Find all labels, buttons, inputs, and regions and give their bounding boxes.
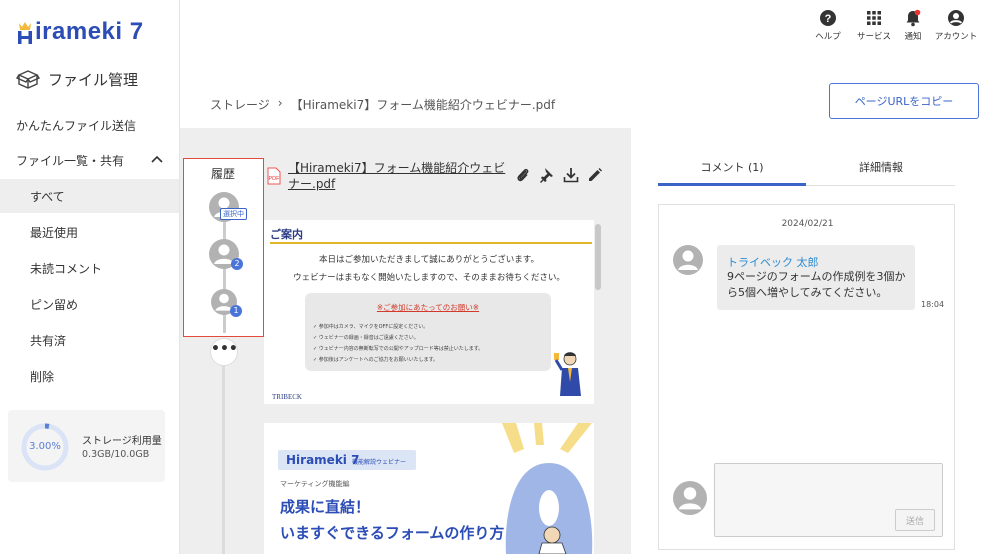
sidebar-item-recent[interactable]: 最近使用 <box>0 215 179 249</box>
breadcrumb-separator: › <box>277 96 283 110</box>
help-icon: ? <box>820 10 836 26</box>
cover-logo: Hirameki 7 <box>286 453 360 467</box>
history-badge-1: 1 <box>230 305 242 317</box>
notice-item: ✓ ウェビナーの録画・録音はご遠慮ください。 <box>313 335 419 341</box>
page-line-1: 本日はご参加いただきまして誠にありがとうございます。 <box>319 255 539 265</box>
hirameki-logo[interactable]: irameki 7 <box>16 18 144 46</box>
heading-rule <box>270 242 592 244</box>
selected-tag: 選択中 <box>220 208 247 220</box>
chevron-up-icon <box>151 155 163 163</box>
notice-item: ✓ ウェビナー内容の無断転写での公開やアップロード等は禁止いたします。 <box>313 346 484 352</box>
viewer-scrollbar[interactable] <box>595 224 601 290</box>
send-button[interactable]: 送信 <box>895 509 935 531</box>
account-button[interactable]: アカウント <box>931 8 981 42</box>
sidebar-item-all[interactable]: すべて <box>0 179 179 213</box>
history-track <box>222 366 225 554</box>
file-management-title: ファイル管理 <box>16 68 138 90</box>
copy-page-url-button[interactable]: ページURLをコピー <box>829 83 979 119</box>
sidebar-item-quick-send[interactable]: かんたんファイル送信 <box>0 108 179 142</box>
storage-usage: 3.00% ストレージ利用量 0.3GB/10.0GB <box>8 410 165 482</box>
user-avatar-icon <box>678 250 698 270</box>
comment-time: 18:04 <box>921 300 945 309</box>
cover-headline-1: 成果に直結！ <box>280 498 371 516</box>
pdf-file-icon: PDF <box>266 167 282 189</box>
storage-label: ストレージ利用量 <box>82 436 162 447</box>
box-icon <box>16 70 40 89</box>
tab-comments[interactable]: コメント (1) <box>658 150 806 186</box>
history-panel: 履歴 2 1 <box>183 158 264 337</box>
comment-date: 2024/02/21 <box>781 219 834 229</box>
comment-text: 9ページのフォームの作成例を3個から5個へ増やしてみてください。 <box>727 270 906 299</box>
user-avatar-icon <box>678 487 702 510</box>
sidebar: irameki 7 ファイル管理 かんたんファイル送信 ファイル一覧・共有 すべ… <box>0 0 180 554</box>
sidebar-title: ファイル管理 <box>48 70 139 89</box>
comment-bubble: トライベック 太郎 9ページのフォームの作成例を3個から5個へ増やしてみてくださ… <box>717 245 915 310</box>
sidebar-item-deleted[interactable]: 削除 <box>0 359 179 393</box>
history-more-button[interactable]: ••• <box>210 338 238 366</box>
logo-text: irameki 7 <box>35 18 144 45</box>
file-actions <box>515 166 603 184</box>
presenter-illustration <box>554 352 581 396</box>
notice-item: ✓ 参加後はアンケートへのご協力をお願いいたします。 <box>313 357 439 363</box>
pdf-page-2[interactable]: Hirameki 7 機能解説ウェビナー マーケティング機能編 成果に直結！ い… <box>264 423 594 554</box>
download-icon[interactable] <box>563 166 579 184</box>
notice-item: ✓ 参加中はカメラ、マイクをOFFに設定ください。 <box>313 324 429 330</box>
grid-icon <box>867 11 881 25</box>
bell-icon <box>906 9 921 27</box>
history-badge-2: 2 <box>231 258 243 270</box>
tab-details[interactable]: 詳細情報 <box>807 150 955 186</box>
pdf-page-1[interactable]: ご案内 本日はご参加いただきまして誠にありがとうございます。 ウェビナーはまもな… <box>264 220 601 404</box>
storage-percent: 3.00% <box>29 441 61 452</box>
breadcrumb-storage[interactable]: ストレージ <box>210 96 270 113</box>
file-name[interactable]: 【Hirameki7】フォーム機能紹介ウェビナー.pdf <box>288 160 512 192</box>
breadcrumb: ストレージ › 【Hirameki7】フォーム機能紹介ウェビナー.pdf <box>210 96 555 113</box>
pin-icon[interactable] <box>539 166 555 184</box>
notice-box: ※ご参加にあたってのお願い※ ✓ 参加中はカメラ、マイクをOFFに設定ください。… <box>305 293 551 371</box>
logo-mark-icon <box>16 21 34 44</box>
account-icon <box>948 10 964 26</box>
detail-tabs: コメント (1) 詳細情報 <box>658 150 955 186</box>
sidebar-item-file-list[interactable]: ファイル一覧・共有 <box>0 143 179 177</box>
cover-headline-2: いますぐできるフォームの作り方 <box>280 524 505 542</box>
help-button[interactable]: ? ヘルプ <box>803 8 853 42</box>
page-heading: ご案内 <box>270 228 303 241</box>
svg-text:?: ? <box>825 13 832 25</box>
comment-panel: 2024/02/21 トライベック 太郎 9ページのフォームの作成例を3個から5… <box>658 204 955 550</box>
sidebar-item-pinned[interactable]: ピン留め <box>0 287 179 321</box>
sidebar-item-shared[interactable]: 共有済 <box>0 323 179 357</box>
history-title: 履歴 <box>210 167 235 181</box>
cover-tag-sub: 機能解説ウェビナー <box>352 459 407 466</box>
brand-logo: TRIBECK <box>272 393 302 401</box>
notice-title: ※ご参加にあたってのお願い※ <box>376 303 480 312</box>
svg-text:PDF: PDF <box>269 176 281 182</box>
comment-author[interactable]: トライベック 太郎 <box>727 254 819 270</box>
cover-illustration <box>502 423 593 554</box>
edit-icon[interactable] <box>587 166 603 184</box>
cover-category: マーケティング機能編 <box>280 480 350 488</box>
comment-avatar <box>673 245 703 275</box>
attachment-icon[interactable] <box>515 166 531 184</box>
breadcrumb-current: 【Hirameki7】フォーム機能紹介ウェビナー.pdf <box>290 98 556 112</box>
sidebar-item-unread-comments[interactable]: 未読コメント <box>0 251 179 285</box>
storage-amount: 0.3GB/10.0GB <box>82 449 150 460</box>
reply-avatar <box>673 481 707 515</box>
page-line-2: ウェビナーはまもなく開始いたしますので、そのままお待ちください。 <box>293 273 565 283</box>
